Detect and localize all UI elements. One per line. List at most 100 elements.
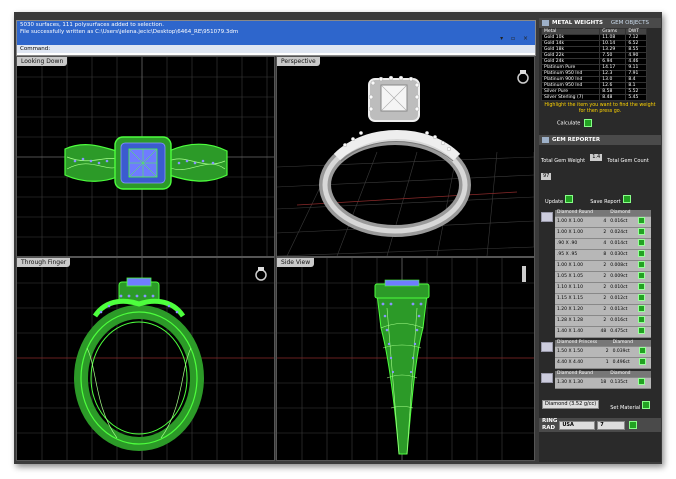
calculate-button[interactable] xyxy=(583,119,592,127)
gem-select-checkbox[interactable] xyxy=(639,347,647,354)
gem-weight-cell: 0.496ct xyxy=(610,357,638,369)
gem-size-cell: .90 X .90 xyxy=(555,238,596,250)
calculate-label: Calculate xyxy=(557,120,581,127)
ring-size-value-select[interactable]: 7 xyxy=(597,420,626,430)
gem-size-cell: 1.15 X 1.15 xyxy=(555,293,596,305)
gem-group-table: Diamond Round Diamond 1.00 X 1.00 4 0.016ct 1… xyxy=(555,210,651,338)
gem-select-cell xyxy=(636,315,651,327)
gem-select-cell xyxy=(636,271,651,283)
gem-select-cell xyxy=(636,293,651,305)
gem-row[interactable]: 1.00 X 1.00 2 0.008ct xyxy=(555,260,651,272)
gem-row[interactable]: 1.20 X 1.20 2 0.013ct xyxy=(555,304,651,316)
ring-size-system-select[interactable]: USA xyxy=(559,420,596,430)
gem-row[interactable]: .95 X .95 8 0.030ct xyxy=(555,249,651,261)
gem-select-checkbox[interactable] xyxy=(638,250,646,257)
gem-weight-cell: 0.135ct xyxy=(608,377,637,389)
gem-weight-cell: 0.030ct xyxy=(608,249,637,261)
grams-cell: 8.48 xyxy=(599,94,627,101)
update-button[interactable] xyxy=(565,194,574,203)
gem-size-cell: 4.40 X 4.40 xyxy=(555,357,601,369)
gem-weight-cell: 0.008ct xyxy=(608,260,637,272)
command-area[interactable]: 5030 surfaces, 111 polysurfaces added to… xyxy=(16,20,536,56)
gem-select-checkbox[interactable] xyxy=(638,272,646,279)
ring-model-perspective[interactable] xyxy=(277,57,534,256)
window-controls[interactable]: ▾ ▫ × xyxy=(500,35,531,42)
gem-size-cell: 1.00 X 1.00 xyxy=(555,227,596,239)
gem-select-cell xyxy=(636,249,651,261)
gem-row[interactable]: 1.30 X 1.30 18 0.135ct xyxy=(555,377,651,389)
ring-model-side[interactable] xyxy=(277,258,534,460)
gem-select-cell xyxy=(636,326,651,338)
gem-select-cell xyxy=(636,377,651,389)
gem-reporter-header[interactable]: GEM REPORTER xyxy=(539,135,661,145)
gem-select-cell xyxy=(637,357,651,369)
viewport-side[interactable]: Side View xyxy=(276,257,535,461)
update-label: Update xyxy=(545,199,564,205)
command-history: 5030 surfaces, 111 polysurfaces added to… xyxy=(17,21,535,45)
gem-row[interactable]: 1.00 X 1.00 4 0.016ct xyxy=(555,216,651,228)
viewport-front[interactable]: Through Finger xyxy=(16,257,275,461)
viewport-perspective[interactable]: Perspective xyxy=(276,56,535,257)
gem-groups: Diamond Round Diamond 1.00 X 1.00 4 0.016ct 1… xyxy=(539,210,661,389)
gem-select-cell xyxy=(636,260,651,272)
viewport-title-side[interactable]: Side View xyxy=(277,258,315,267)
dwt-cell: 5.45 xyxy=(625,94,647,101)
gem-icon xyxy=(541,373,553,383)
metal-weights-table: Metal Grams DWT Gold 10k 11.08 7.12 Gold 14… xyxy=(540,28,647,101)
gem-weight-cell: 0.475ct xyxy=(608,326,637,338)
gem-row[interactable]: 1.10 X 1.10 2 0.010ct xyxy=(555,282,651,294)
gem-select-checkbox[interactable] xyxy=(638,327,646,334)
gem-select-checkbox[interactable] xyxy=(638,217,646,224)
gem-objects-tab[interactable]: GEM OBJECTS xyxy=(611,20,649,26)
gem-row[interactable]: 1.50 X 1.50 2 0.039ct xyxy=(555,346,651,358)
viewport-title-top[interactable]: Looking Down xyxy=(17,57,68,66)
gem-count-cell: 2 xyxy=(595,315,609,327)
set-material-label: Set Material xyxy=(610,405,641,411)
gem-row[interactable]: 1.40 X 1.40 48 0.475ct xyxy=(555,326,651,338)
gem-select-checkbox[interactable] xyxy=(638,294,646,301)
gem-select-checkbox[interactable] xyxy=(638,316,646,323)
gem-count-cell: 2 xyxy=(600,346,611,358)
set-material-button[interactable] xyxy=(642,400,651,409)
gem-select-checkbox[interactable] xyxy=(638,283,646,290)
gem-weight-cell: 0.012ct xyxy=(608,293,637,305)
viewport-title-front[interactable]: Through Finger xyxy=(17,258,71,267)
gem-select-checkbox[interactable] xyxy=(638,239,646,246)
gem-row[interactable]: 1.15 X 1.15 2 0.012ct xyxy=(555,293,651,305)
app-window: 5030 surfaces, 111 polysurfaces added to… xyxy=(14,12,662,464)
save-report-button[interactable] xyxy=(622,194,631,203)
gem-select-cell xyxy=(636,216,651,228)
ring-model-front[interactable] xyxy=(17,258,274,460)
gem-select-checkbox[interactable] xyxy=(638,228,646,235)
viewport-title-perspective[interactable]: Perspective xyxy=(277,57,320,66)
gem-select-checkbox[interactable] xyxy=(639,358,647,365)
ring-model-top[interactable] xyxy=(17,57,274,256)
ring-size-apply-button[interactable] xyxy=(629,421,638,429)
gem-row[interactable]: 1.05 X 1.05 2 0.009ct xyxy=(555,271,651,283)
gem-count-cell: 2 xyxy=(595,304,609,316)
history-line-1: 5030 surfaces, 111 polysurfaces added to… xyxy=(20,22,164,28)
gem-select-checkbox[interactable] xyxy=(638,261,646,268)
viewport-top[interactable]: Looking Down xyxy=(16,56,275,257)
gem-count-cell: 2 xyxy=(595,271,609,283)
metal-weights-header[interactable]: METAL WEIGHTS GEM OBJECTS xyxy=(539,18,661,28)
gem-count-cell: 2 xyxy=(595,260,609,272)
gem-row[interactable]: 1.00 X 1.00 2 0.024ct xyxy=(555,227,651,239)
gem-weight-cell: 0.010ct xyxy=(608,282,637,294)
gem-size-cell: 1.40 X 1.40 xyxy=(555,326,596,338)
gem-select-cell xyxy=(636,304,651,316)
gem-select-checkbox[interactable] xyxy=(638,378,646,385)
gem-size-cell: 1.28 X 1.28 xyxy=(555,315,596,327)
gem-count-cell: 18 xyxy=(595,377,609,389)
gem-row[interactable]: 4.40 X 4.40 1 0.496ct xyxy=(555,357,651,369)
save-report-label: Save Report xyxy=(590,199,621,205)
gem-size-cell: 1.00 X 1.00 xyxy=(555,260,596,272)
gem-row[interactable]: .90 X .90 4 0.014ct xyxy=(555,238,651,250)
command-prompt[interactable]: Command: xyxy=(17,45,535,53)
gem-row[interactable]: 1.28 X 1.28 2 0.016ct xyxy=(555,315,651,327)
material-row: Diamond (3.52 g/cc) Set Material xyxy=(539,391,661,416)
gem-weight-cell: 0.013ct xyxy=(608,304,637,316)
gem-select-checkbox[interactable] xyxy=(638,305,646,312)
material-select[interactable]: Diamond (3.52 g/cc) xyxy=(542,400,600,409)
metal-weight-row[interactable]: Silver Sterling (7) 8.48 5.45 xyxy=(540,94,647,101)
